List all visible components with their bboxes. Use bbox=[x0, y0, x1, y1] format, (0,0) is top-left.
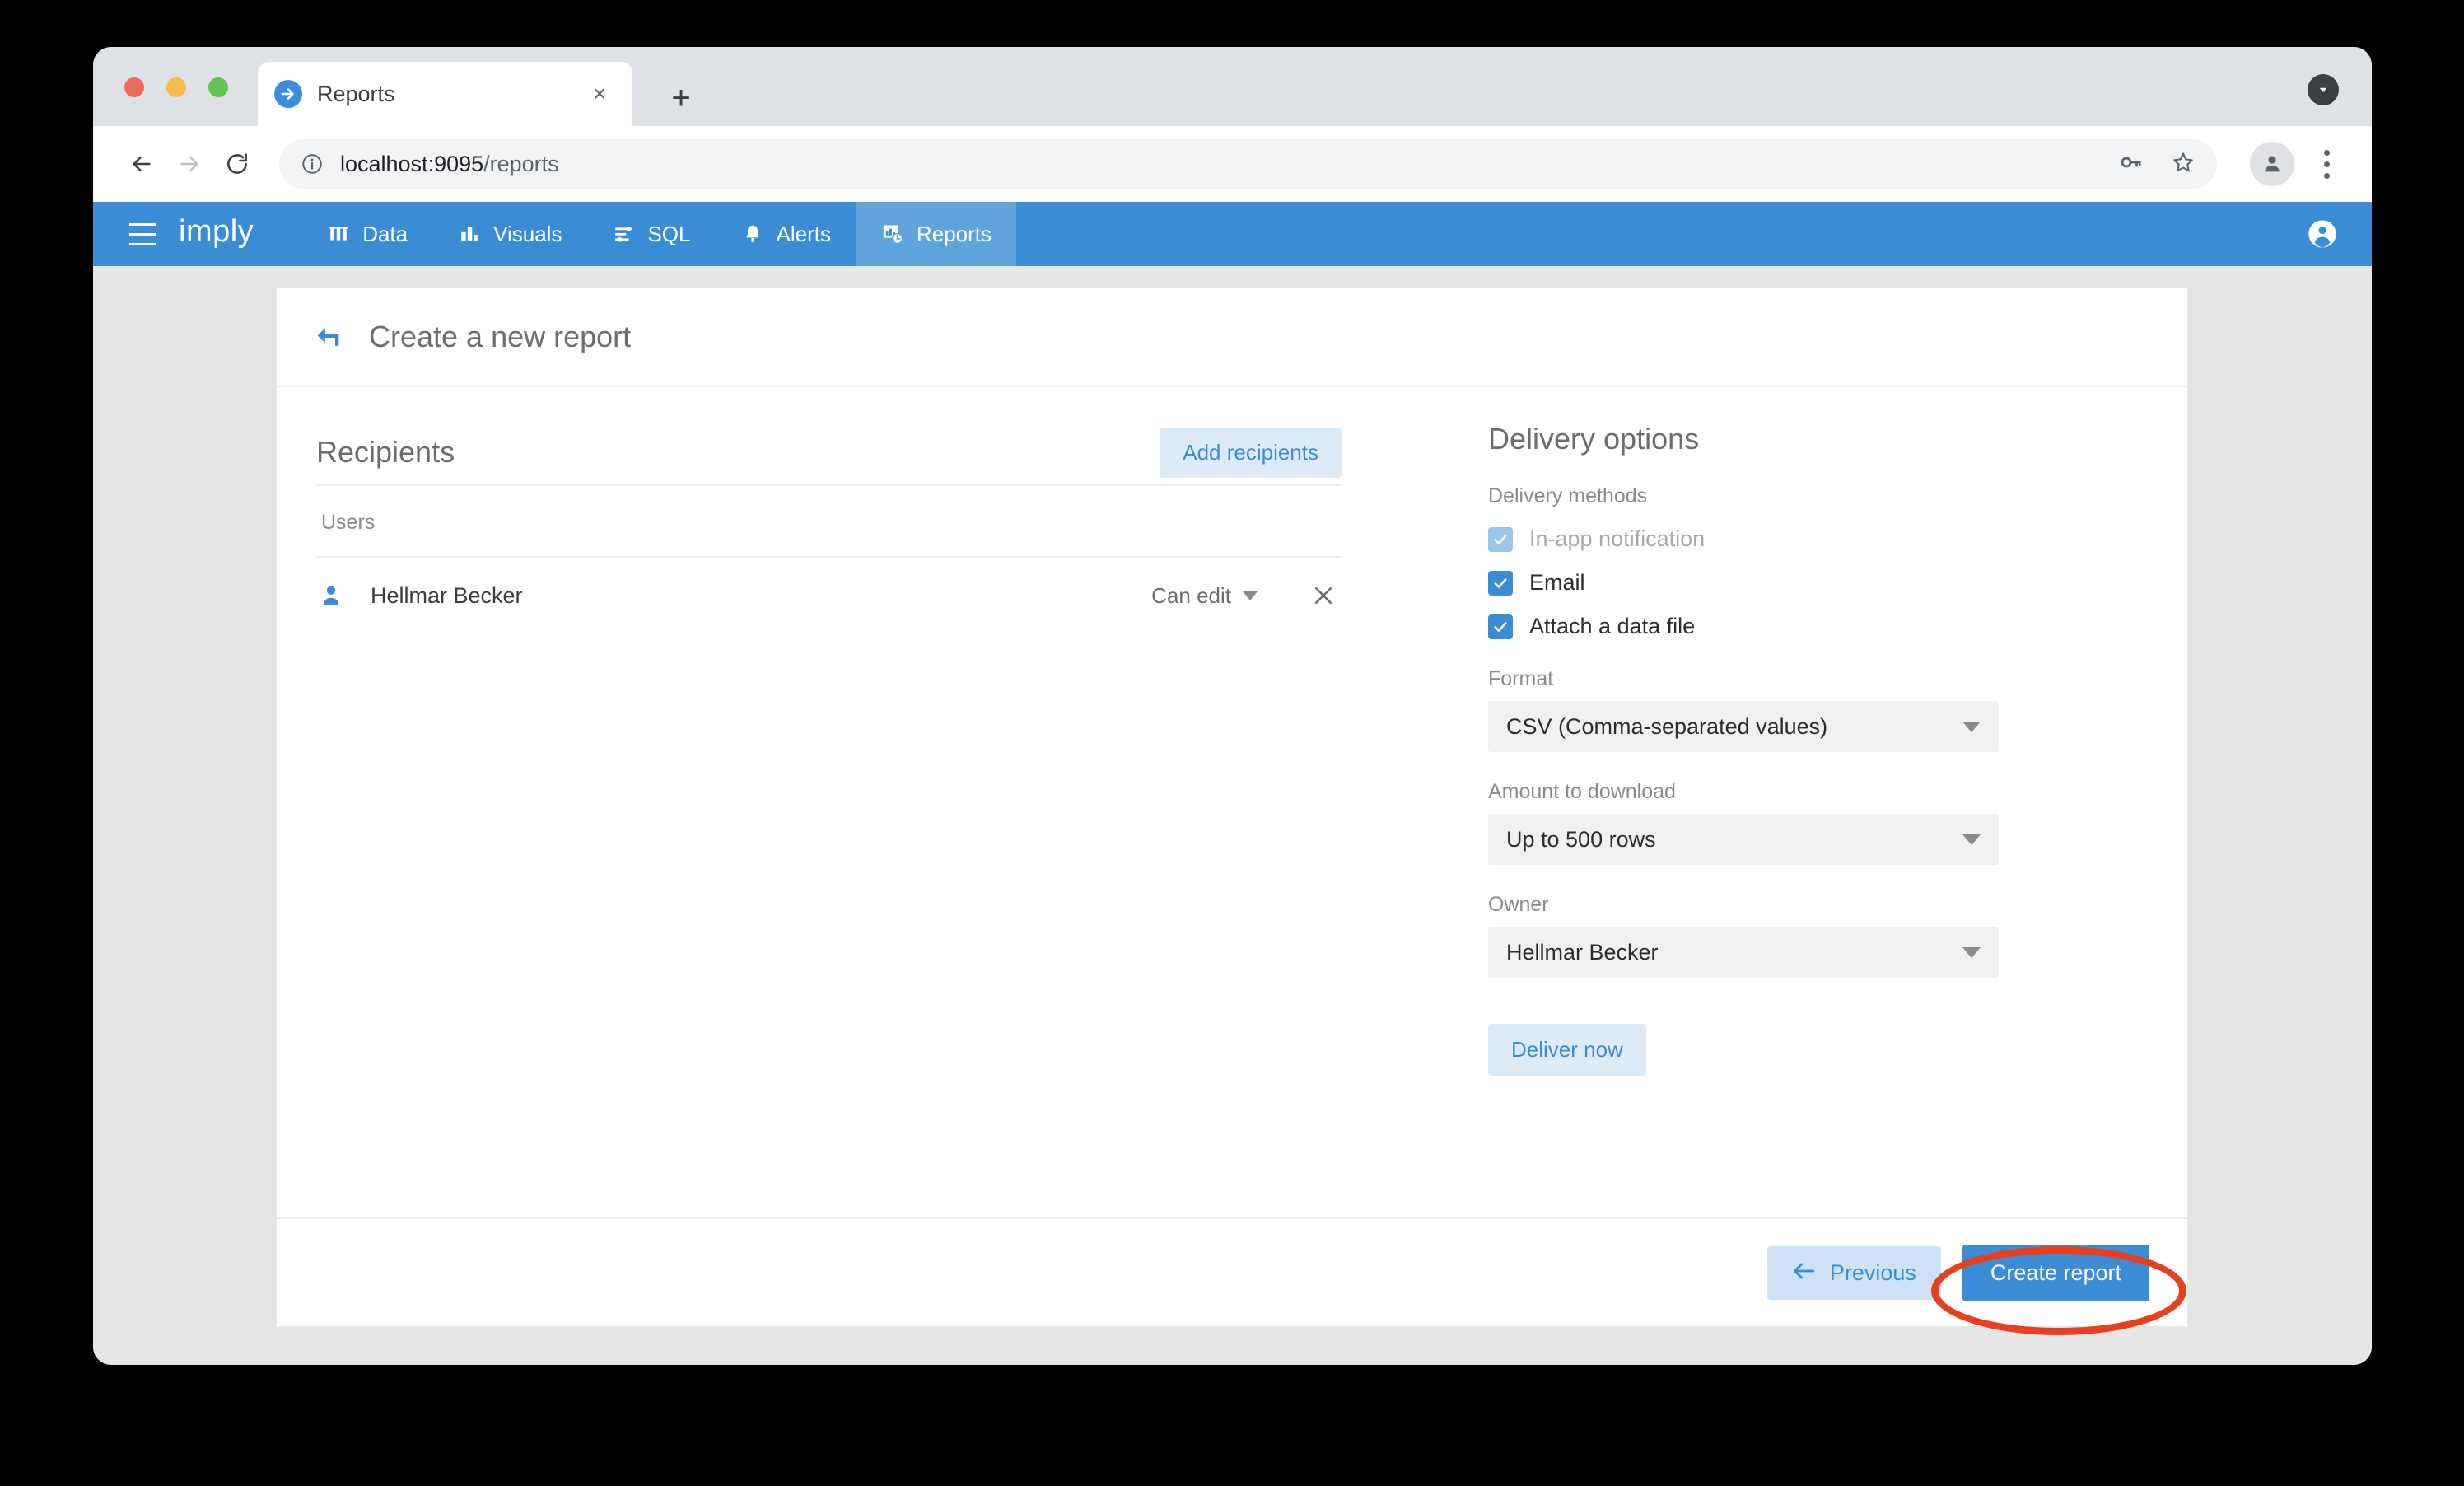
app-navigation-bar: imply Data Visuals SQL bbox=[93, 202, 2372, 266]
format-value: CSV (Comma-separated values) bbox=[1506, 714, 1827, 740]
omnibox-actions bbox=[2118, 150, 2196, 179]
previous-button[interactable]: Previous bbox=[1767, 1246, 1941, 1300]
arrow-circle-icon bbox=[274, 80, 302, 108]
format-select[interactable]: CSV (Comma-separated values) bbox=[1488, 701, 1999, 752]
person-icon bbox=[316, 581, 346, 610]
star-icon[interactable] bbox=[2171, 150, 2196, 179]
checkbox-label: Email bbox=[1529, 570, 1585, 596]
recipients-title: Recipients bbox=[316, 435, 455, 470]
recipients-header: Recipients Add recipients bbox=[316, 420, 1342, 484]
card-footer: Previous Create report bbox=[277, 1217, 2187, 1326]
nav-item-data[interactable]: Data bbox=[301, 202, 432, 266]
close-window-button[interactable] bbox=[124, 77, 144, 97]
browser-tab[interactable]: Reports × bbox=[258, 62, 632, 126]
report-creation-card: Create a new report Recipients Add recip… bbox=[277, 288, 2187, 1326]
owner-label: Owner bbox=[1488, 893, 1999, 917]
card-main: Recipients Add recipients Users Hellmar … bbox=[277, 387, 2187, 1217]
create-report-button[interactable]: Create report bbox=[1962, 1245, 2149, 1301]
account-circle-icon[interactable] bbox=[2306, 202, 2339, 266]
left-arrow-icon bbox=[1792, 1260, 1815, 1286]
report-clock-icon bbox=[880, 222, 905, 246]
bar-chart-icon bbox=[457, 222, 482, 246]
chevron-down-icon bbox=[1962, 722, 1981, 732]
info-circle-icon[interactable] bbox=[301, 152, 324, 175]
previous-button-label: Previous bbox=[1830, 1260, 1916, 1286]
remove-recipient-button[interactable] bbox=[1305, 577, 1342, 614]
reply-back-arrow-icon[interactable] bbox=[311, 320, 346, 354]
nav-item-label: Data bbox=[362, 222, 408, 247]
maximize-window-button[interactable] bbox=[208, 77, 228, 97]
address-bar-url: localhost:9095/reports bbox=[340, 152, 559, 177]
owner-value: Hellmar Becker bbox=[1506, 940, 1659, 965]
back-arrow-icon[interactable] bbox=[118, 140, 166, 188]
forward-arrow-icon bbox=[166, 140, 213, 188]
chevron-down-icon bbox=[1243, 591, 1258, 600]
chevron-down-icon bbox=[1962, 947, 1981, 958]
nav-item-visuals[interactable]: Visuals bbox=[432, 202, 586, 266]
checkbox-email bbox=[1488, 571, 1513, 596]
browser-window: Reports × + localhost:9095/reports bbox=[93, 47, 2372, 1365]
amount-to-download-label: Amount to download bbox=[1488, 780, 1999, 804]
new-tab-button[interactable]: + bbox=[661, 78, 701, 118]
nav-item-reports[interactable]: Reports bbox=[856, 202, 1016, 266]
format-label: Format bbox=[1488, 667, 1999, 691]
nav-item-label: Reports bbox=[917, 222, 992, 247]
data-columns-icon bbox=[326, 222, 351, 246]
recipient-name: Hellmar Becker bbox=[371, 583, 523, 609]
checkbox-label: In-app notification bbox=[1529, 526, 1705, 552]
imply-logo[interactable]: imply bbox=[174, 202, 259, 266]
amount-to-download-value: Up to 500 rows bbox=[1506, 827, 1656, 853]
delivery-options-title: Delivery options bbox=[1488, 420, 1999, 456]
recipient-row-actions: Can edit bbox=[1151, 577, 1342, 614]
delivery-options-section: Delivery options Delivery methods In-app… bbox=[1488, 420, 1999, 1217]
recipient-role-label: Can edit bbox=[1151, 583, 1231, 609]
tab-title: Reports bbox=[317, 82, 583, 107]
minimize-window-button[interactable] bbox=[166, 77, 186, 97]
amount-to-download-select[interactable]: Up to 500 rows bbox=[1488, 814, 1999, 865]
bell-icon bbox=[740, 222, 765, 246]
nav-item-label: SQL bbox=[647, 222, 690, 247]
checkbox-row-attach-data-file[interactable]: Attach a data file bbox=[1488, 614, 1999, 639]
tab-list-chevron-icon[interactable] bbox=[2308, 74, 2339, 105]
url-host: localhost:9095 bbox=[340, 152, 483, 176]
checkbox-row-in-app-notification[interactable]: In-app notification bbox=[1488, 526, 1999, 552]
chevron-down-icon bbox=[1962, 834, 1981, 845]
deliver-now-button[interactable]: Deliver now bbox=[1488, 1024, 1646, 1076]
url-path: /reports bbox=[483, 152, 559, 176]
checkbox-attach-data-file bbox=[1488, 614, 1513, 639]
users-group-label: Users bbox=[316, 486, 1342, 556]
nav-item-alerts[interactable]: Alerts bbox=[716, 202, 856, 266]
address-bar[interactable]: localhost:9095/reports bbox=[279, 139, 2217, 189]
page-body: Create a new report Recipients Add recip… bbox=[93, 266, 2372, 1365]
close-icon[interactable]: × bbox=[583, 77, 616, 110]
nav-item-label: Visuals bbox=[493, 222, 562, 247]
browser-tab-strip: Reports × + bbox=[93, 47, 2372, 126]
checkbox-row-email[interactable]: Email bbox=[1488, 570, 1999, 596]
recipients-section: Recipients Add recipients Users Hellmar … bbox=[316, 420, 1342, 1217]
hamburger-icon[interactable] bbox=[111, 202, 174, 266]
window-traffic-lights bbox=[124, 77, 228, 97]
recipient-role-dropdown[interactable]: Can edit bbox=[1151, 583, 1258, 609]
sql-lines-icon bbox=[611, 222, 636, 246]
add-recipients-button[interactable]: Add recipients bbox=[1160, 428, 1342, 478]
nav-item-sql[interactable]: SQL bbox=[586, 202, 715, 266]
page-title: Create a new report bbox=[369, 320, 631, 354]
reload-icon[interactable] bbox=[213, 140, 261, 188]
owner-select[interactable]: Hellmar Becker bbox=[1488, 927, 1999, 978]
key-icon[interactable] bbox=[2118, 150, 2143, 179]
checkbox-in-app-notification bbox=[1488, 527, 1513, 552]
delivery-methods-label: Delivery methods bbox=[1488, 484, 1999, 508]
card-header: Create a new report bbox=[277, 288, 2187, 387]
checkbox-label: Attach a data file bbox=[1529, 614, 1695, 639]
three-dot-menu-icon[interactable] bbox=[2306, 140, 2347, 188]
nav-item-label: Alerts bbox=[777, 222, 831, 247]
recipient-row: Hellmar Becker Can edit bbox=[316, 558, 1342, 633]
browser-toolbar: localhost:9095/reports bbox=[93, 126, 2372, 202]
nav-items: Data Visuals SQL Alerts bbox=[301, 202, 1016, 266]
person-avatar-icon[interactable] bbox=[2250, 142, 2294, 186]
